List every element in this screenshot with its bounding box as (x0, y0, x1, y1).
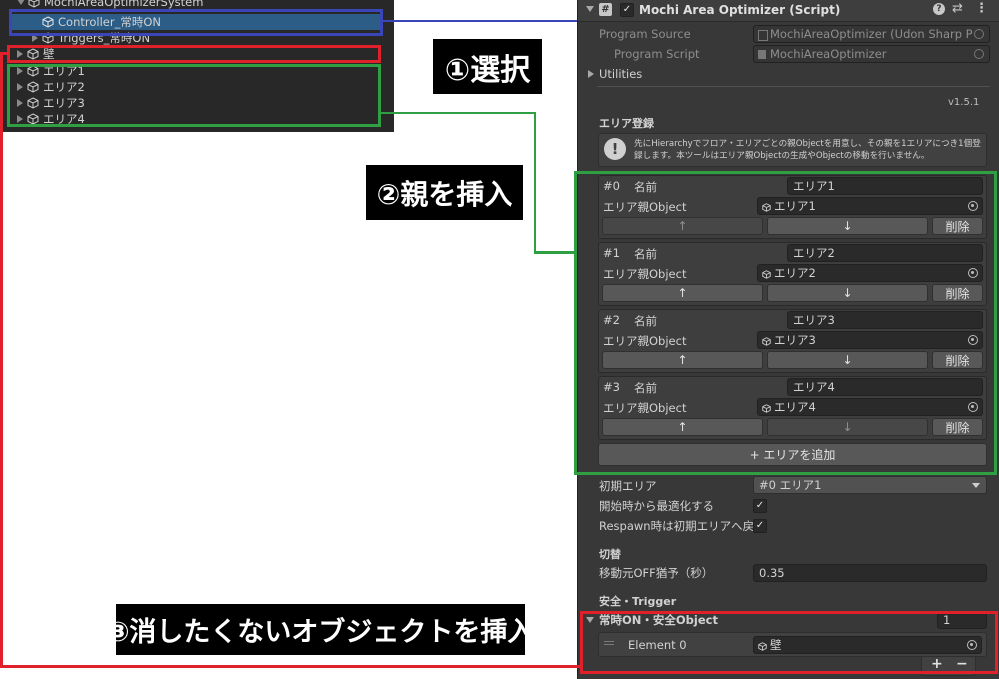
asset-icon (758, 30, 768, 41)
connector-line (383, 20, 577, 22)
hierarchy-item-label: MochiAreaOptimizerSystem (44, 0, 204, 9)
callout-step2: ②親を挿入 (366, 165, 523, 220)
optimize-on-start-checkbox[interactable]: ✓ (753, 499, 767, 513)
initial-area-dropdown[interactable]: #0 エリア1 (753, 476, 987, 494)
gameobject-icon (28, 0, 40, 8)
optimize-on-start-label: 開始時から最適化する (599, 499, 714, 513)
area-section-title: エリア登録 (599, 117, 654, 130)
safety-section-title: 安全・Trigger (599, 595, 677, 608)
program-script-label: Program Script (614, 47, 700, 61)
callout-step1: ①選択 (433, 39, 542, 94)
utilities-foldout[interactable]: Utilities (599, 67, 642, 81)
connector-line (381, 112, 536, 114)
script-icon: # (599, 3, 612, 16)
selection-highlight-box (9, 9, 383, 36)
program-source-field[interactable]: MochiAreaOptimizer (Udon Sharp P (753, 25, 990, 43)
object-picker-icon[interactable] (974, 49, 984, 59)
wall-highlight-box (7, 45, 381, 63)
info-box: ! 先にHierarchyでフロア・エリアごとの親Objectを用意し、その親を… (598, 133, 987, 167)
more-options-icon[interactable]: ⋮ (975, 1, 988, 16)
component-enabled-checkbox[interactable]: ✓ (620, 3, 634, 17)
connector-line (0, 52, 3, 668)
divider (597, 86, 990, 87)
program-script-value: MochiAreaOptimizer (770, 47, 887, 61)
foldout-arrow-icon[interactable] (588, 70, 594, 78)
always-on-highlight-box (580, 611, 998, 674)
version-label: v1.5.1 (948, 97, 980, 108)
initial-area-value: #0 エリア1 (759, 478, 822, 492)
respawn-label: Respawn時は初期エリアへ戻す (599, 519, 766, 533)
areas-inspector-highlight-box (574, 171, 997, 475)
program-source-value: MochiAreaOptimizer (Udon Sharp P (770, 27, 973, 41)
component-title: Mochi Area Optimizer (Script) (639, 3, 841, 17)
switch-section-title: 切替 (599, 548, 621, 561)
connector-line (0, 665, 580, 668)
object-picker-icon[interactable] (974, 29, 984, 39)
script-asset-icon (758, 50, 766, 59)
callout-step3: ③消したくないオブジェクトを挿入 (107, 604, 534, 655)
chevron-down-icon (972, 483, 980, 488)
connector-line (534, 251, 575, 254)
move-delay-label: 移動元OFF猶予（秒） (599, 566, 714, 580)
program-script-field[interactable]: MochiAreaOptimizer (753, 45, 990, 63)
expand-arrow-icon[interactable] (17, 0, 25, 5)
initial-area-label: 初期エリア (599, 479, 657, 493)
info-text: 先にHierarchyでフロア・エリアごとの親Objectを用意し、その親を1エ… (634, 139, 981, 161)
help-icon[interactable]: ? (933, 3, 945, 15)
foldout-arrow-icon[interactable] (586, 6, 594, 12)
respawn-checkbox[interactable]: ✓ (753, 519, 767, 533)
info-icon: ! (604, 138, 626, 160)
areas-highlight-box (7, 64, 381, 127)
move-delay-input[interactable]: 0.35 (753, 564, 987, 582)
connector-line (534, 112, 536, 253)
preset-icon[interactable]: ⇄ (952, 1, 963, 16)
program-source-label: Program Source (599, 27, 691, 41)
